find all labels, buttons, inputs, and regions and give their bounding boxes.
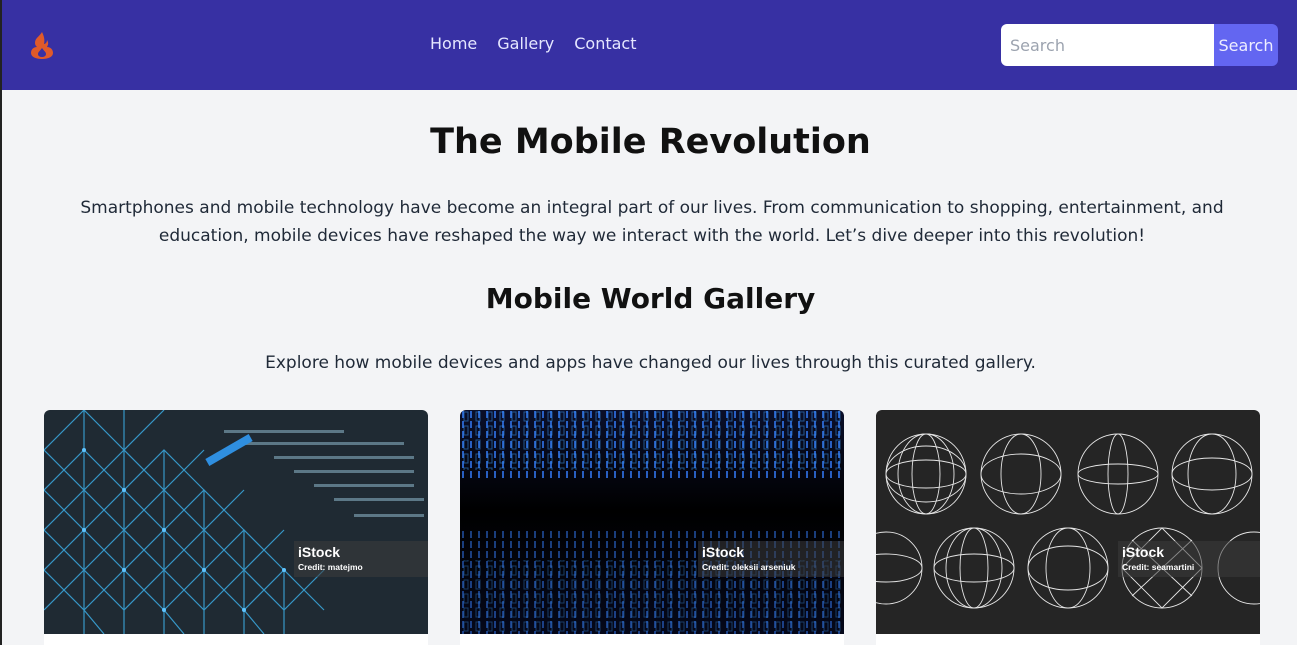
search-form: Search: [1001, 24, 1278, 66]
gallery-title: Mobile World Gallery: [485, 282, 816, 315]
gallery-card[interactable]: iStock Credit: oleksii arseniuk: [460, 410, 844, 645]
image-watermark: iStock Credit: seamartini: [1118, 541, 1260, 577]
watermark-brand: iStock: [298, 544, 341, 560]
gallery-subtitle: Explore how mobile devices and apps have…: [265, 353, 1036, 373]
intro-paragraph: Smartphones and mobile technology have b…: [80, 198, 1224, 246]
watermark-brand: iStock: [1122, 544, 1165, 560]
search-input[interactable]: [1001, 24, 1214, 66]
watermark-brand: iStock: [702, 544, 745, 560]
nav-links: Home Gallery Contact: [430, 34, 656, 53]
flame-logo-icon[interactable]: [26, 29, 58, 61]
image-watermark: iStock Credit: oleksii arseniuk: [698, 541, 844, 577]
watermark-credit: Credit: matejmo: [298, 562, 363, 572]
gallery-card[interactable]: iStock Credit: seamartini: [876, 410, 1260, 645]
gallery-image-network[interactable]: [44, 410, 428, 634]
nav-link-home[interactable]: Home: [430, 34, 477, 53]
watermark-credit: Credit: oleksii arseniuk: [702, 562, 796, 572]
search-button[interactable]: Search: [1214, 24, 1278, 66]
watermark-credit: Credit: seamartini: [1122, 562, 1195, 572]
gallery-image-spheres[interactable]: [876, 410, 1260, 634]
nav-link-contact[interactable]: Contact: [574, 34, 636, 53]
top-navbar: Home Gallery Contact Search: [2, 0, 1297, 90]
gallery-card[interactable]: iStock Credit: matejmo: [44, 410, 428, 645]
page-title: The Mobile Revolution: [430, 122, 871, 162]
gallery-image-binary[interactable]: [460, 410, 844, 634]
nav-link-gallery[interactable]: Gallery: [497, 34, 554, 53]
image-watermark: iStock Credit: matejmo: [294, 541, 428, 577]
